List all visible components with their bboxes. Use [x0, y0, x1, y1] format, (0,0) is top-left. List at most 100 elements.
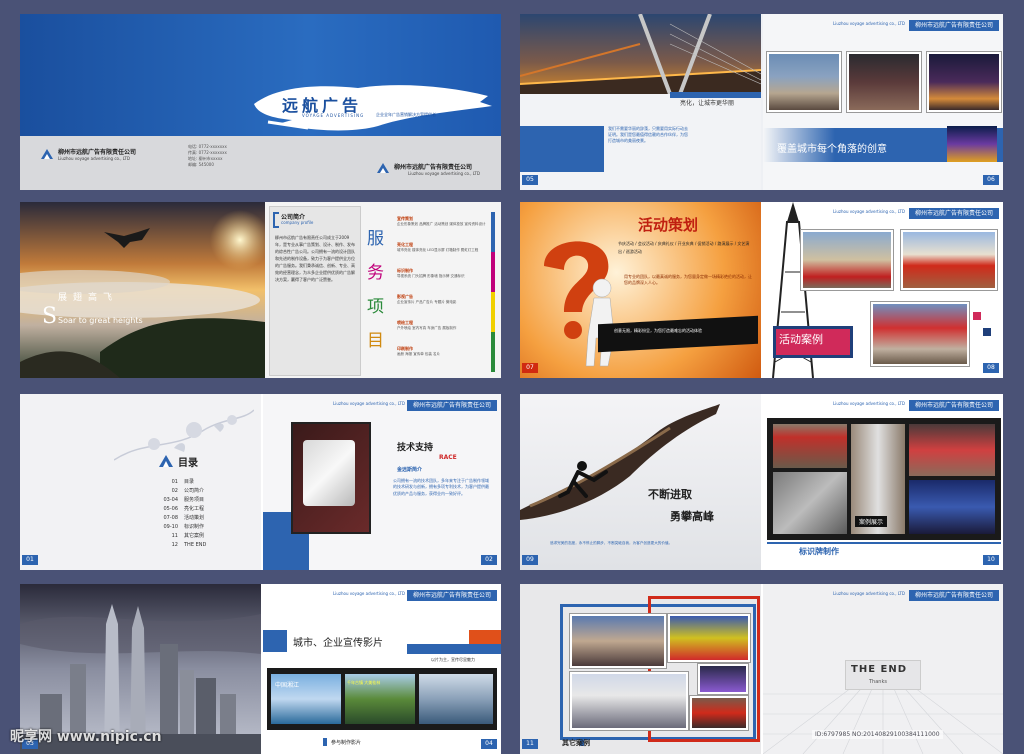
page-10: 柳州市远航广告有限责任公司 Liuzhou voyage advertising… — [763, 394, 1003, 570]
p10-case-tag: 案例展示 — [855, 516, 888, 527]
page-09: 不断进取 勇攀高峰 追求完美的态度，永不停止的脚步，不断突破自我，为客户创造更大… — [520, 394, 761, 570]
page-05: 亮化，让城市更华丽 我们不需要华丽的辞藻，只需要用实际行动去证明。我们是您最值得… — [520, 14, 761, 190]
toc-row-title: 目录 — [184, 479, 195, 485]
service-big-1: 服 — [367, 229, 384, 249]
p04-note: 以片为主，宣传尽显魅力 — [431, 657, 475, 662]
toc-row[interactable]: 11 其它案例 — [158, 532, 248, 541]
event-photo-arches — [901, 230, 997, 290]
sign-photo-screen — [909, 480, 995, 534]
service-item: 印刷制作 画册 海报 宣传单 包装 名片 — [397, 346, 487, 372]
toc-row[interactable]: 01 目录 — [158, 478, 248, 487]
p06-thumb — [947, 126, 997, 162]
cover-info: 电话: 0772-xxxxxxx 传真: 0772-xxxxxxx 地址: 柳州… — [188, 144, 278, 168]
cover-left-name-cn: 柳州市远航广告有限责任公司 — [58, 149, 137, 156]
service-item: 影视广告 企业宣传片 产品广告片 专题片 微电影 — [397, 294, 487, 320]
toc-row-title: 亮化工程 — [184, 506, 205, 512]
toc-row[interactable]: 07-08 活动策划 — [158, 514, 248, 523]
service-item: 亮化工程 城市亮化 楼体亮化 LED显示屏 灯箱制作 霓虹灯工程 — [397, 242, 487, 268]
service-item-desc: 企业形象策划 品牌推广 活动策划 媒体投放 宣传资料设计 — [397, 222, 486, 226]
company-intro-body: 柳州市远航广告有限责任公司成立于2009年，是专业从事广告策划、设计、制作、发布… — [275, 235, 355, 282]
page-header-en: Liuzhou voyage advertising co., LTD — [833, 401, 905, 406]
toc-row-title: THE END — [184, 542, 207, 548]
page-number: 08 — [983, 363, 999, 373]
page-header-badge: 柳州市远航广告有限责任公司 — [406, 590, 497, 601]
service-item: 喷绘工程 户外喷绘 室内写真 车身广告 展板制作 — [397, 320, 487, 346]
service-item-desc: 城市亮化 楼体亮化 LED显示屏 灯箱制作 霓虹灯工程 — [397, 248, 479, 252]
page-toc: 目录 01 目录 02 公司简介 03-04 服务项目 05-06 亮化工程 07-08… — [20, 394, 261, 570]
p09-line2: 勇攀高峰 — [670, 510, 714, 523]
service-big-2: 务 — [367, 263, 384, 283]
service-item: 宣传策划 企业形象策划 品牌推广 活动策划 媒体投放 宣传资料设计 — [397, 216, 487, 242]
p07-quote: 创意无限，精彩纷呈，为您打造最难忘的活动体验 — [614, 328, 702, 333]
sign-photo-board — [773, 424, 847, 468]
p02-subtitle: 金远斯简介 — [397, 467, 423, 473]
other-case-photo-billboard — [698, 664, 748, 694]
toc-row[interactable]: 05-06 亮化工程 — [158, 505, 248, 514]
page-number: 05 — [522, 175, 538, 185]
intro-title-bracket — [273, 212, 279, 228]
spread-07-08: 活动策划 节庆活动 / 会议活动 / 庆典礼仪 / 开业庆典 / 促销活动 / … — [520, 202, 1003, 378]
case-photo-night — [927, 52, 1001, 112]
toc-logo-icon — [159, 455, 173, 467]
p09-line1: 不断进取 — [648, 488, 692, 501]
page-12: 柳州市远航广告有限责任公司 Liuzhou voyage advertising… — [763, 584, 1003, 754]
toc-row-number: 05-06 — [163, 506, 178, 512]
p05-blue-block — [520, 126, 604, 172]
cover-right-name-cn: 柳州市远航广告有限责任公司 — [394, 164, 473, 171]
service-big-3: 项 — [367, 297, 384, 317]
toc-row-number: 09-10 — [163, 524, 178, 530]
page-header-badge: 柳州市远航广告有限责任公司 — [908, 208, 999, 219]
case-photo-building — [767, 52, 841, 112]
watermark-id: ID:6797985 NO:20140829100384111000 — [812, 730, 943, 739]
other-case-photo-plaza — [570, 614, 666, 668]
p10-label: 标识牌制作 — [799, 547, 839, 556]
page-number: 07 — [522, 363, 538, 373]
toc-row[interactable]: 03-04 服务项目 — [158, 496, 248, 505]
spread-05-06: 亮化，让城市更华丽 我们不需要华丽的辞藻，只需要用实际行动去证明。我们是您最值得… — [520, 14, 1003, 190]
page-number: 10 — [983, 555, 999, 565]
toc-row[interactable]: 12 THE END — [158, 541, 248, 550]
p04-footer: 参与制作影片 — [331, 740, 362, 746]
p10-blue-line — [767, 542, 1001, 544]
toc-row[interactable]: 09-10 标识制作 — [158, 523, 248, 532]
p07-list: 节庆活动 / 会议活动 / 庆典礼仪 / 开业庆典 / 促销活动 / 路演展示 … — [618, 241, 750, 254]
p04-blue-square — [263, 630, 287, 652]
page-number: 02 — [481, 555, 497, 565]
sunrise-mountain-photo — [20, 202, 265, 378]
p08-label: 活动案例 — [779, 333, 823, 346]
sign-photo-lobby — [909, 424, 995, 476]
toc-row-title: 标识制作 — [184, 524, 205, 530]
certificate-plaque — [303, 440, 355, 506]
toc-row-number: 01 — [171, 479, 178, 485]
p07-body: 用专业的团队，以最真诚的服务，为您量身定做一场精彩绝伦的活动，让您的品牌深入人心… — [624, 274, 752, 285]
spread-intro-services: S 展翅高飞 Soar to great heights 公司简介 compan… — [20, 202, 501, 378]
page-08: 柳州市远航广告有限责任公司 Liuzhou voyage advertising… — [763, 202, 1003, 378]
film-frame-2-title: 千年古镇 大美桂林 — [347, 680, 381, 685]
toc-row-number: 02 — [171, 488, 178, 494]
spread-11-12: 其它案例 11 柳州市远航广告有限责任公司 Liuzhou voyage adv… — [520, 584, 1003, 754]
event-photo-street — [801, 230, 893, 290]
sign-photo-stone — [773, 472, 847, 534]
company-logo-icon — [41, 149, 53, 159]
page-number: 04 — [481, 739, 497, 749]
intro-cn-slogan: 展翅高飞 — [58, 293, 119, 303]
toc-row-title: 其它案例 — [184, 533, 205, 539]
watermark-site: 昵享网 www.nipic.cn — [10, 729, 162, 745]
p07-title: 活动策划 — [638, 216, 699, 234]
service-item-desc: 导视系统 门头招牌 形象墙 指示牌 交通标识 — [397, 274, 465, 278]
service-item-desc: 企业宣传片 产品广告片 专题片 微电影 — [397, 300, 457, 304]
p08-deco-square — [983, 328, 991, 336]
toc-row[interactable]: 02 公司简介 — [158, 487, 248, 496]
p05-caption: 亮化，让城市更华丽 — [680, 100, 735, 107]
service-item-desc: 户外喷绘 室内写真 车身广告 展板制作 — [397, 326, 457, 330]
cover-left-name-en: Liuzhou voyage advertising co., LTD — [58, 156, 130, 161]
p06-slogan: 覆盖城市每个角落的创意 — [777, 144, 887, 155]
service-color-bars — [491, 212, 495, 372]
p02-brand: RACE — [439, 454, 457, 461]
company-intro-title-en: company profile — [281, 220, 314, 225]
climber-brush-art — [520, 404, 720, 520]
toc-row-number: 03-04 — [163, 497, 178, 503]
p08-deco-square — [973, 312, 981, 320]
end-title: THE END — [851, 664, 908, 675]
page-header-badge: 柳州市远航广告有限责任公司 — [908, 590, 999, 601]
